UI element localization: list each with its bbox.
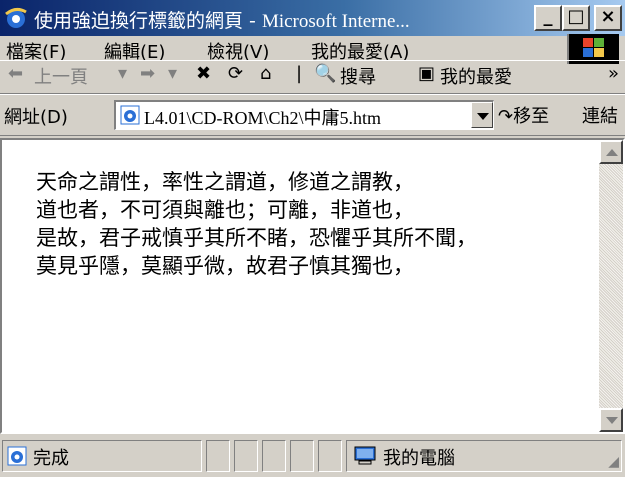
content-line: 莫見乎隱，莫顯乎微，故君子慎其獨也， <box>36 254 414 278</box>
security-zone-cell: 我的電腦 ◢ <box>346 440 622 472</box>
window-title-en: Microsoft Interne... <box>261 11 410 32</box>
minimize-button[interactable]: _ <box>534 5 562 31</box>
scroll-up-arrow-icon[interactable] <box>599 140 623 164</box>
stop-icon[interactable]: ✖ <box>196 63 211 84</box>
maximize-button[interactable]: □ <box>562 5 590 31</box>
window-title-zh: 使用強迫換行標籤的網頁 - <box>34 10 262 32</box>
security-zone-text: 我的電腦 <box>383 448 455 469</box>
toolbar-more[interactable]: » <box>608 63 619 84</box>
links-button[interactable]: 連結 » <box>582 102 625 128</box>
status-text-cell: 完成 <box>2 440 202 472</box>
forward-arrow-icon[interactable]: ➡ <box>140 63 155 84</box>
content-line: 是故，君子戒慎乎其所不睹，恐懼乎其所不聞， <box>36 226 477 250</box>
scroll-track[interactable] <box>599 164 623 408</box>
favorites-button[interactable]: 我的最愛 <box>440 63 512 89</box>
resize-grip-icon[interactable]: ◢ <box>608 454 619 470</box>
content-line: 道也者，不可須與離也；可離，非道也， <box>36 198 414 222</box>
search-button[interactable]: 搜尋 <box>340 63 376 89</box>
address-input[interactable]: L4.01\CD-ROM\Ch2\中庸5.htm <box>114 100 494 130</box>
page-body: 天命之謂性，率性之謂道，修道之謂教， 道也者，不可須與離也；可離，非道也， 是故… <box>2 140 601 432</box>
content-line: 天命之謂性，率性之謂道，修道之謂教， <box>36 170 414 194</box>
menu-bar: 檔案(F) 編輯(E) 檢視(V) 我的最愛(A) <box>0 34 625 64</box>
window-title: 使用強迫換行標籤的網頁 - Microsoft Interne... <box>34 6 410 33</box>
back-button[interactable]: 上一頁 <box>34 63 88 89</box>
page-icon <box>120 105 140 125</box>
search-icon[interactable]: 🔍 <box>314 63 336 84</box>
refresh-icon[interactable]: ⟳ <box>228 63 243 84</box>
status-cell <box>206 440 230 472</box>
status-bar: 完成 我的電腦 ◢ <box>0 436 625 477</box>
vertical-scrollbar[interactable] <box>599 140 623 432</box>
scroll-down-arrow-icon[interactable] <box>599 408 623 432</box>
home-icon[interactable]: ⌂ <box>260 63 271 84</box>
status-cell <box>262 440 286 472</box>
back-dropdown-icon[interactable]: ▾ <box>118 63 127 84</box>
back-arrow-icon[interactable]: ⬅ <box>8 63 23 84</box>
favorites-icon[interactable]: ▣ <box>418 63 435 84</box>
windows-flag-icon <box>583 38 604 57</box>
toolbar: ⬅ 上一頁 ▾ ➡ ▾ ✖ ⟳ ⌂ | 🔍 搜尋 ▣ 我的最愛 » <box>0 60 625 94</box>
forward-dropdown-icon[interactable]: ▾ <box>168 63 177 84</box>
go-arrow-icon: ↷ <box>498 106 514 127</box>
address-value[interactable]: L4.01\CD-ROM\Ch2\中庸5.htm <box>144 104 454 130</box>
address-label: 網址(D) <box>4 107 68 128</box>
go-button[interactable]: ↷移至 <box>498 102 549 128</box>
page-icon <box>7 446 27 466</box>
browser-window: 使用強迫換行標籤的網頁 - Microsoft Interne... _ □ ×… <box>0 0 625 477</box>
status-text: 完成 <box>33 448 69 469</box>
go-label: 移至 <box>513 106 550 127</box>
address-dropdown-button[interactable] <box>471 102 493 128</box>
page-content: 天命之謂性，率性之謂道，修道之謂教， 道也者，不可須與離也；可離，非道也， 是故… <box>0 138 625 434</box>
close-button[interactable]: × <box>594 5 622 31</box>
address-bar: 網址(D) L4.01\CD-ROM\Ch2\中庸5.htm ↷移至 連結 » <box>0 94 625 136</box>
divider: | <box>296 63 303 84</box>
status-cell <box>290 440 314 472</box>
status-cell <box>318 440 342 472</box>
computer-icon <box>354 446 376 465</box>
ie-logo-icon <box>5 7 27 28</box>
status-cell <box>234 440 258 472</box>
title-bar[interactable]: 使用強迫換行標籤的網頁 - Microsoft Interne... _ □ × <box>0 0 625 36</box>
